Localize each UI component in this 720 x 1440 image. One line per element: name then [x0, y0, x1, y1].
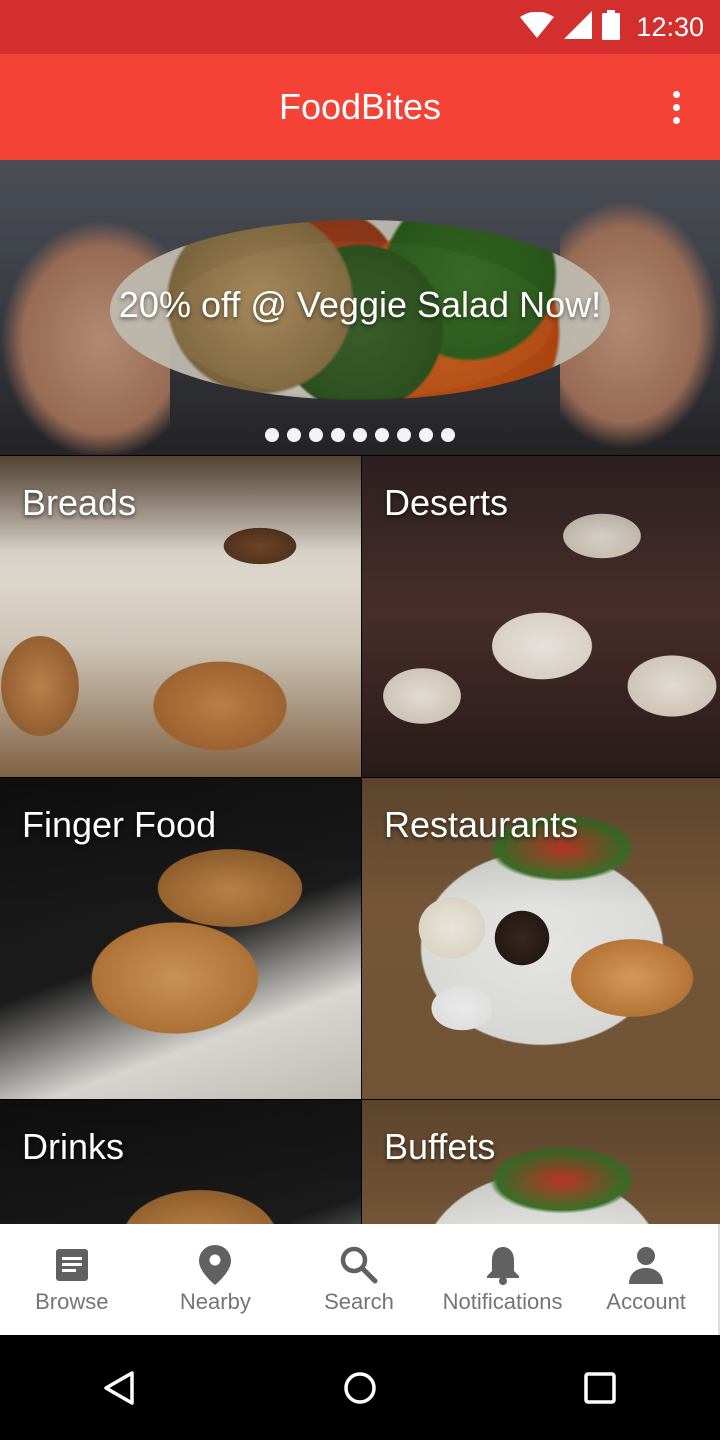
carousel-dot[interactable] — [419, 428, 433, 442]
category-label: Finger Food — [22, 804, 217, 845]
cell-signal-icon — [564, 10, 593, 44]
category-tile-breads[interactable]: Breads — [0, 456, 361, 777]
category-tile-drinks[interactable]: Drinks — [0, 1100, 361, 1224]
category-label: Breads — [22, 482, 137, 523]
location-pin-icon — [195, 1244, 235, 1285]
status-icons: 12:30 — [520, 0, 704, 54]
carousel-dot[interactable] — [309, 428, 323, 442]
category-tile-restaurants[interactable]: Restaurants — [362, 778, 720, 1099]
nav-item-search[interactable]: Search — [287, 1224, 431, 1335]
carousel-dot[interactable] — [441, 428, 455, 442]
battery-icon — [602, 9, 621, 45]
nav-label: Account — [606, 1288, 686, 1314]
category-label: Restaurants — [384, 804, 579, 845]
nav-item-nearby[interactable]: Nearby — [144, 1224, 288, 1335]
app-bar: FoodBites — [0, 54, 720, 160]
system-navigation-bar — [0, 1336, 720, 1440]
category-grid: Breads Deserts Finger Food Restaurants D… — [0, 456, 720, 1224]
carousel-dot[interactable] — [287, 428, 301, 442]
carousel-dot[interactable] — [331, 428, 345, 442]
carousel-indicator — [0, 428, 720, 442]
back-icon[interactable] — [90, 1358, 150, 1418]
carousel-dot[interactable] — [375, 428, 389, 442]
nav-label: Notifications — [442, 1288, 563, 1314]
promo-banner[interactable]: 20% off @ Veggie Salad Now! — [0, 160, 720, 455]
home-icon[interactable] — [330, 1358, 390, 1418]
category-tile-buffets[interactable]: Buffets — [362, 1100, 720, 1224]
nav-label: Nearby — [179, 1288, 251, 1314]
more-vert-icon[interactable] — [656, 87, 696, 127]
nav-item-notifications[interactable]: Notifications — [431, 1224, 575, 1335]
category-label: Deserts — [384, 482, 509, 523]
category-label: Drinks — [22, 1126, 125, 1167]
person-icon — [626, 1245, 666, 1285]
promo-text: 20% off @ Veggie Salad Now! — [118, 284, 602, 325]
browse-icon — [52, 1245, 92, 1285]
category-tile-finger-food[interactable]: Finger Food — [0, 778, 361, 1099]
category-label: Buffets — [384, 1126, 496, 1167]
nav-item-account[interactable]: Account — [574, 1224, 718, 1335]
nav-label: Search — [324, 1288, 394, 1314]
wifi-icon — [520, 11, 555, 43]
bell-icon — [483, 1245, 523, 1285]
bottom-navigation: Browse Nearby Search Notifications Accou… — [0, 1224, 720, 1335]
nav-label: Browse — [35, 1288, 109, 1314]
carousel-dot[interactable] — [265, 428, 279, 442]
status-bar: 12:30 — [0, 0, 720, 54]
search-icon — [339, 1245, 379, 1285]
recents-icon[interactable] — [570, 1358, 630, 1418]
category-tile-deserts[interactable]: Deserts — [362, 456, 720, 777]
carousel-dot[interactable] — [353, 428, 367, 442]
carousel-dot[interactable] — [397, 428, 411, 442]
app-title: FoodBites — [278, 86, 442, 127]
status-time: 12:30 — [636, 11, 704, 42]
nav-item-browse[interactable]: Browse — [0, 1224, 144, 1335]
